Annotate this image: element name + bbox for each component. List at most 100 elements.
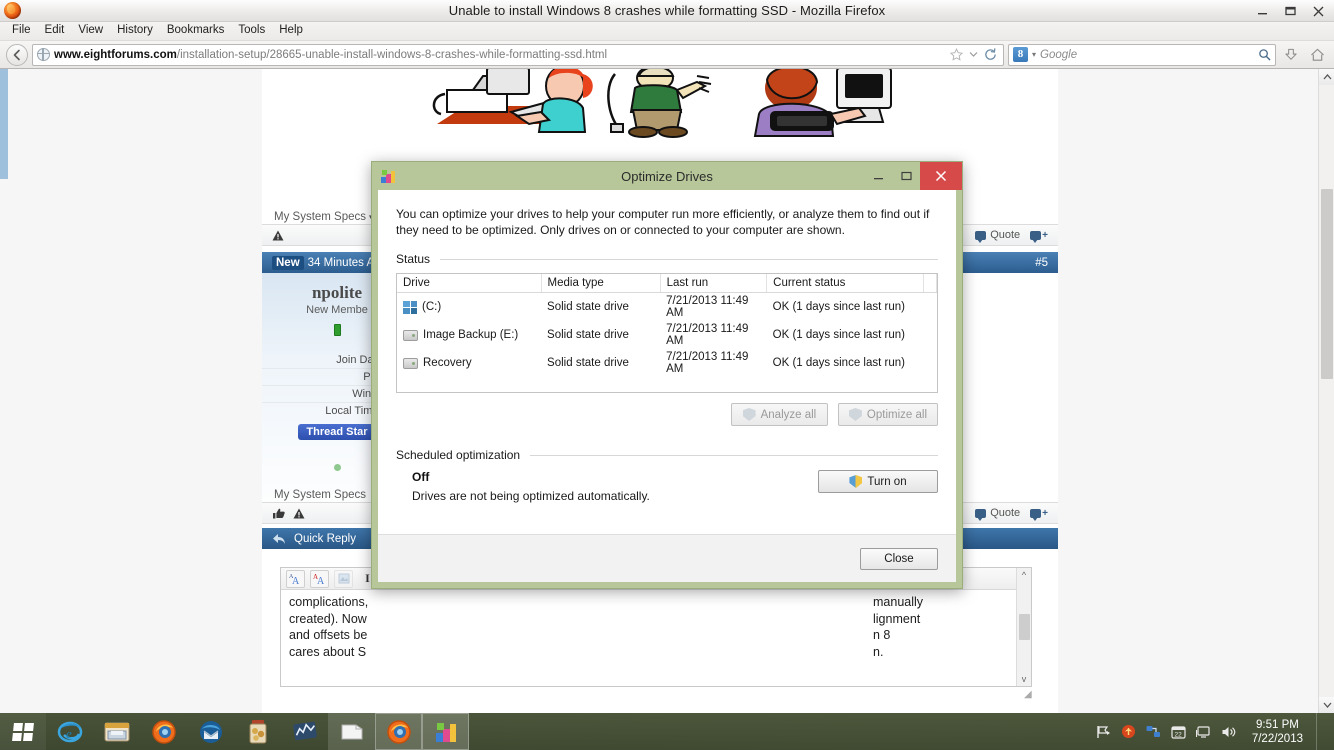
status-group-label: Status — [378, 252, 956, 266]
shield-alert-icon[interactable] — [1121, 724, 1137, 740]
uac-shield-icon — [848, 408, 862, 421]
cell-drive: Image Backup (E:) — [397, 321, 541, 349]
dialog-titlebar: Optimize Drives — [372, 162, 962, 190]
page-left-gutter — [0, 69, 262, 713]
menu-bookmarks[interactable]: Bookmarks — [160, 23, 232, 39]
windows-start-icon[interactable] — [0, 713, 46, 750]
search-bar[interactable]: 8 ▾ Google — [1008, 43, 1276, 66]
browser-titlebar: Unable to install Windows 8 crashes whil… — [0, 0, 1334, 22]
turn-on-label: Turn on — [867, 475, 907, 488]
magnifier-icon[interactable] — [1258, 48, 1271, 61]
column-media-type[interactable]: Media type — [541, 274, 661, 293]
flag-icon[interactable] — [1096, 724, 1112, 740]
taskbar-item-internet-explorer[interactable]: e — [46, 713, 93, 750]
my-system-specs-label[interactable]: My System Specs — [274, 211, 366, 223]
optimize-all-button[interactable]: Optimize all — [837, 403, 938, 426]
dialog-maximize-button[interactable] — [892, 162, 920, 190]
table-row[interactable]: (C:) Solid state drive 7/21/2013 11:49 A… — [397, 293, 937, 322]
table-row[interactable]: Image Backup (E:) Solid state drive 7/21… — [397, 321, 937, 349]
volume-icon[interactable] — [1221, 724, 1237, 740]
quote-button-2[interactable]: Quote — [975, 507, 1020, 521]
font-size-icon[interactable]: AA — [286, 569, 305, 588]
calendar-icon[interactable]: 22 — [1171, 724, 1187, 740]
dialog-close-action-button[interactable]: Close — [860, 547, 938, 570]
multiquote-icon[interactable]: + — [1030, 230, 1048, 243]
browser-navbar: www.eightforums.com/installation-setup/2… — [0, 41, 1334, 69]
my-system-specs-label[interactable]: My System Specs — [274, 489, 366, 501]
menu-edit[interactable]: Edit — [38, 23, 72, 39]
taskbar-item-thunderbird[interactable] — [187, 713, 234, 750]
dialog-body: You can optimize your drives to help you… — [378, 190, 956, 582]
turn-on-button[interactable]: Turn on — [818, 470, 938, 493]
scroll-up-icon[interactable]: ^ — [1022, 568, 1026, 582]
taskbar-item-jar-app[interactable] — [234, 713, 281, 750]
font-color-icon[interactable]: AA — [310, 569, 329, 588]
cell-spacer — [924, 321, 937, 349]
column-current-status[interactable]: Current status — [766, 274, 924, 293]
divider — [530, 454, 938, 456]
menu-view[interactable]: View — [71, 23, 110, 39]
quote-button-1[interactable]: Quote — [975, 229, 1020, 243]
drives-table-head: Drive Media type Last run Current status — [397, 274, 937, 293]
cell-last-run: 7/21/2013 11:49 AM — [666, 351, 749, 375]
scroll-up-icon[interactable] — [1319, 69, 1334, 85]
close-button[interactable] — [1304, 1, 1332, 21]
drive-name: (C:) — [422, 301, 442, 313]
table-row[interactable]: Recovery Solid state drive 7/21/2013 11:… — [397, 349, 937, 377]
menu-help[interactable]: Help — [272, 23, 310, 39]
network-icon[interactable] — [1146, 724, 1162, 740]
analyze-all-button[interactable]: Analyze all — [730, 403, 828, 426]
dialog-footer: Close — [378, 534, 956, 582]
thumbs-up-icon[interactable] — [272, 508, 285, 519]
resize-grip-icon[interactable]: ◢ — [1024, 689, 1032, 700]
taskbar-item-monitor-graph[interactable] — [281, 713, 328, 750]
chevron-down-icon[interactable] — [969, 51, 978, 58]
dialog-minimize-button[interactable] — [864, 162, 892, 190]
quote-group-2: Quote + — [975, 507, 1048, 521]
warning-triangle-icon[interactable] — [293, 508, 305, 519]
warning-triangle-icon[interactable] — [272, 230, 284, 241]
search-engine-chevron-icon[interactable]: ▾ — [1032, 50, 1036, 59]
remote-icon[interactable] — [1196, 724, 1212, 740]
reload-icon[interactable] — [984, 48, 997, 61]
taskbar-item-optimize-drives[interactable] — [422, 713, 469, 750]
dialog-close-button[interactable] — [920, 162, 962, 190]
quick-reply-scrollbar[interactable]: ^ v — [1016, 568, 1031, 686]
page-right-gutter — [1048, 69, 1318, 713]
home-icon[interactable] — [1306, 44, 1328, 66]
taskbar-item-white-app[interactable] — [328, 713, 375, 750]
maximize-button[interactable] — [1276, 1, 1304, 21]
url-domain: www.eightforums.com — [54, 48, 177, 61]
scroll-down-icon[interactable]: v — [1022, 672, 1027, 686]
thread-starter-badge: Thread Star — [298, 424, 376, 440]
cell-media-type: Solid state drive — [547, 301, 629, 313]
smilie-icon[interactable] — [334, 569, 353, 588]
scroll-down-icon[interactable] — [1319, 697, 1334, 713]
column-drive[interactable]: Drive — [397, 274, 542, 293]
window-title: Unable to install Windows 8 crashes whil… — [448, 3, 886, 18]
page-scrollbar[interactable] — [1318, 69, 1334, 713]
bookmark-star-icon[interactable] — [950, 48, 963, 61]
google-logo-icon: 8 — [1013, 47, 1028, 62]
menu-tools[interactable]: Tools — [231, 23, 272, 39]
taskbar-item-firefox-window[interactable] — [375, 713, 422, 750]
show-desktop-icon[interactable] — [1316, 713, 1324, 750]
minimize-button[interactable] — [1248, 1, 1276, 21]
taskbar-item-file-explorer[interactable] — [93, 713, 140, 750]
menu-file[interactable]: File — [5, 23, 38, 39]
taskbar-item-firefox[interactable] — [140, 713, 187, 750]
download-arrow-icon[interactable] — [1280, 44, 1302, 66]
column-last-run[interactable]: Last run — [660, 274, 768, 293]
url-bar[interactable]: www.eightforums.com/installation-setup/2… — [32, 43, 1004, 66]
back-arrow-icon[interactable] — [6, 43, 28, 66]
scrollbar-thumb[interactable] — [1018, 614, 1030, 640]
drives-table-container[interactable]: Drive Media type Last run Current status… — [396, 273, 938, 393]
cell-media-type: Solid state drive — [547, 329, 629, 341]
svg-text:22: 22 — [1175, 731, 1183, 738]
online-status-icon — [333, 324, 341, 336]
menu-history[interactable]: History — [110, 23, 160, 39]
taskbar-clock[interactable]: 9:51 PM 7/22/2013 — [1246, 718, 1303, 746]
scrollbar-thumb[interactable] — [1321, 189, 1333, 379]
multiquote-icon[interactable]: + — [1030, 508, 1048, 521]
search-input[interactable]: Google — [1040, 49, 1077, 61]
